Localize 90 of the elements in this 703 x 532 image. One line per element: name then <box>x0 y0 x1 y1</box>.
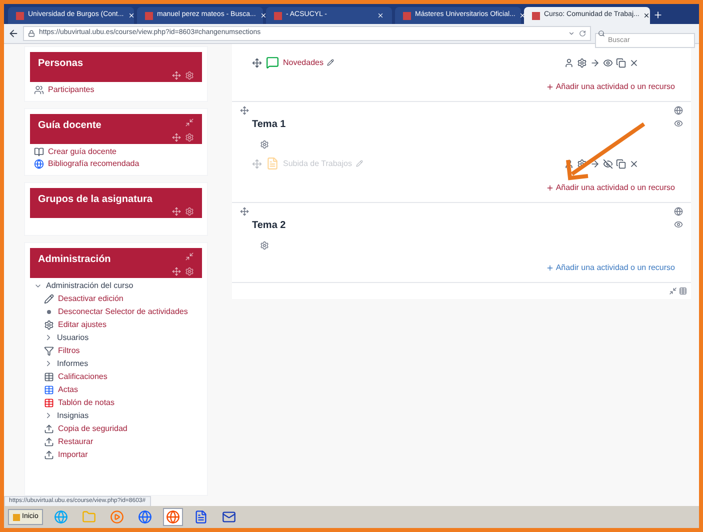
block-title: Guía docente <box>38 119 102 133</box>
tree-item[interactable]: Usuarios <box>57 332 89 344</box>
eye-icon[interactable] <box>603 58 613 68</box>
move-icon[interactable] <box>172 133 181 142</box>
collapsed-caret-icon[interactable] <box>44 411 53 420</box>
settings-icon[interactable] <box>260 241 269 250</box>
move-icon[interactable] <box>252 58 262 68</box>
favicon-icon <box>403 12 411 20</box>
collapsed-caret-icon[interactable] <box>44 333 53 342</box>
search-icon <box>598 30 605 37</box>
favicon-icon <box>274 12 282 20</box>
eye-icon[interactable] <box>674 220 683 229</box>
table-icon[interactable] <box>679 287 687 295</box>
tree-item[interactable]: Desconectar Selector de actividades <box>58 306 188 318</box>
arrow-right-icon[interactable] <box>590 158 600 168</box>
close-icon[interactable] <box>643 12 650 19</box>
new-tab-icon[interactable] <box>653 10 663 20</box>
settings-icon[interactable] <box>577 58 587 68</box>
lock-icon <box>28 30 35 37</box>
user-icon[interactable] <box>564 58 574 68</box>
expanded-caret-icon[interactable] <box>34 282 42 290</box>
move-icon[interactable] <box>172 207 181 216</box>
filter-icon <box>44 346 54 356</box>
plus-icon[interactable] <box>546 83 554 91</box>
settings-icon[interactable] <box>260 140 269 149</box>
activity-link[interactable]: Novedades <box>283 56 324 68</box>
reload-icon[interactable] <box>579 30 586 37</box>
collapsed-caret-icon[interactable] <box>44 359 53 368</box>
add-activity-link[interactable]: Añadir una actividad o un recurso <box>556 81 675 93</box>
user-icon[interactable] <box>564 158 574 168</box>
chat-icon <box>266 56 279 69</box>
upload-icon <box>44 424 54 434</box>
favicon-icon <box>16 12 24 20</box>
delete-icon[interactable] <box>629 158 639 168</box>
block-title: Administración <box>38 253 111 267</box>
tree-item[interactable]: Insignias <box>57 410 89 422</box>
dropdown-caret-icon[interactable] <box>568 30 575 37</box>
move-icon[interactable] <box>240 207 249 216</box>
book-icon <box>34 147 44 157</box>
pencil-icon[interactable] <box>327 59 334 66</box>
table-icon <box>44 384 54 394</box>
move-icon[interactable] <box>172 267 181 276</box>
favicon-icon <box>532 12 540 20</box>
settings-icon[interactable] <box>577 158 587 168</box>
collapse-icon[interactable] <box>185 252 194 261</box>
pencil-icon <box>44 294 54 304</box>
tree-item[interactable]: Importar <box>58 448 88 460</box>
tree-item[interactable]: Desactivar edición <box>58 292 124 304</box>
tree-item[interactable]: Filtros <box>58 344 80 356</box>
tree-item[interactable]: Copia de seguridad <box>58 422 128 434</box>
tree-item[interactable]: Actas <box>58 384 78 396</box>
tree-item[interactable]: Tablón de notas <box>58 396 114 408</box>
settings-icon <box>44 320 54 330</box>
table-icon <box>44 372 54 382</box>
tree-item[interactable]: Informes <box>57 358 88 370</box>
document-icon <box>266 157 279 170</box>
tree-item[interactable]: Editar ajustes <box>58 318 106 330</box>
move-icon[interactable] <box>172 71 181 80</box>
globe-icon[interactable] <box>163 508 184 526</box>
tree-item[interactable]: Calificaciones <box>58 370 108 382</box>
section-title: Tema 2 <box>252 219 286 233</box>
tree-item[interactable]: Restaurar <box>58 436 94 448</box>
add-activity-link[interactable]: Añadir una actividad o un recurso <box>556 262 675 274</box>
section-title: Tema 1 <box>252 118 286 132</box>
upload-icon <box>44 436 54 446</box>
copy-icon[interactable] <box>616 158 626 168</box>
upload-icon <box>44 450 54 460</box>
delete-icon[interactable] <box>629 58 639 68</box>
globe-icon <box>34 159 44 169</box>
move-icon[interactable] <box>240 106 249 115</box>
block-link[interactable]: Crear guía docente <box>48 146 116 158</box>
add-activity-link[interactable]: Añadir una actividad o un recurso <box>556 182 675 194</box>
back-icon[interactable] <box>8 28 19 39</box>
people-icon <box>34 85 44 95</box>
arrow-right-icon[interactable] <box>590 58 600 68</box>
block-link[interactable]: Participantes <box>48 84 94 96</box>
block-title: Personas <box>38 57 84 71</box>
eye-icon[interactable] <box>674 119 683 128</box>
block-title: Grupos de la asignatura <box>38 193 152 207</box>
table-icon <box>44 398 54 408</box>
favicon-icon <box>145 12 153 20</box>
bullet-icon <box>47 310 51 314</box>
plus-icon[interactable] <box>546 264 554 272</box>
plus-icon[interactable] <box>546 184 554 192</box>
copy-icon[interactable] <box>616 58 626 68</box>
collapse-icon[interactable] <box>669 287 677 295</box>
eye-slash-icon[interactable] <box>603 158 613 168</box>
block-link[interactable]: Bibliografía recomendada <box>48 158 140 170</box>
tree-item[interactable]: Administración del curso <box>46 280 134 292</box>
collapse-icon[interactable] <box>185 118 194 127</box>
